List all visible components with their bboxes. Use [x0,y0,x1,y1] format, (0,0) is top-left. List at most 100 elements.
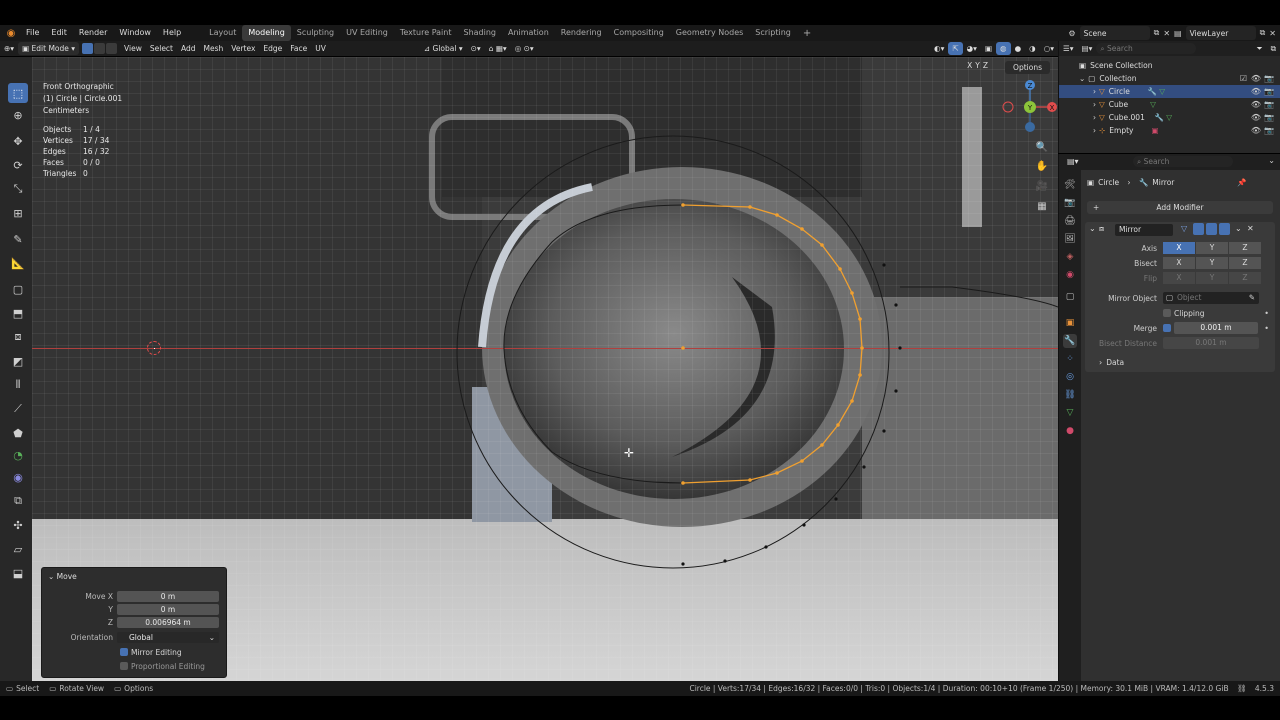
operator-title[interactable]: ⌄ Move [42,568,226,585]
keyframe-dot-icon[interactable]: • [1264,324,1269,333]
transform-icon[interactable]: ⊞ [8,203,28,223]
move-x-field[interactable]: 0 m [117,590,219,602]
editor-type-icon[interactable]: ⊕▾ [0,42,18,55]
menu-file[interactable]: File [20,25,45,41]
annotate-icon[interactable]: ✎ [8,229,28,249]
orientation-selector[interactable]: ⊿ Global ▾ [420,42,467,55]
vertex-select-icon[interactable] [82,43,94,54]
filter-icon[interactable]: ⏷ [1253,42,1267,55]
eye-icon[interactable]: 👁 [1251,100,1261,109]
camera-view-icon[interactable]: 🎥 [1034,178,1050,194]
display-mode-icon[interactable]: ▤▾ [1078,42,1097,55]
knife-icon[interactable]: ⟋ [8,399,28,419]
tab-shading[interactable]: Shading [457,25,502,41]
axis-y-toggle[interactable]: Y [1196,242,1228,254]
eye-icon[interactable]: 👁 [1251,87,1261,96]
snap-icon[interactable]: ⌂ ▦▾ [485,42,511,55]
3d-cursor-icon[interactable] [147,341,161,355]
shading-material-icon[interactable]: ◑ [1025,42,1040,55]
navigation-gizmo[interactable]: Y X Z [1000,77,1058,137]
menu-vertex[interactable]: Vertex [227,42,259,55]
menu-select[interactable]: Select [146,42,177,55]
menu-add[interactable]: Add [177,42,200,55]
add-cube-icon[interactable]: ▢ [8,279,28,299]
camera-icon[interactable]: 📷 [1264,74,1274,83]
collection-row[interactable]: ⌄ ▢ Collection ☑ 👁 📷 [1059,72,1280,85]
data-subpanel[interactable]: › Data [1085,356,1275,368]
scale-icon[interactable]: ⤡ [8,179,28,199]
eye-icon[interactable]: 👁 [1251,113,1261,122]
flip-z-toggle[interactable]: Z [1229,272,1261,284]
view-layer-add-icon[interactable]: ⧉ [1260,28,1266,38]
outliner-item-cube-001[interactable]: › ▽ Cube.001 🔧 ▽ 👁 📷 [1059,111,1280,124]
rip-icon[interactable]: ⬓ [8,563,28,583]
tab-compositing[interactable]: Compositing [608,25,670,41]
scene-add-icon[interactable]: ⧉ [1154,28,1160,38]
constraints-tab-icon[interactable]: ⛓ [1063,388,1077,402]
tab-layout[interactable]: Layout [203,25,242,41]
modifier-menu-icon[interactable]: ⌄ [1235,224,1242,233]
physics-tab-icon[interactable]: ◎ [1063,370,1077,384]
merge-distance-field[interactable]: 0.001 m [1174,322,1258,334]
view-layer-selector[interactable]: ViewLayer [1185,26,1256,40]
select-box-icon[interactable]: ⬚ [8,83,28,103]
shading-rendered-icon[interactable]: ○▾ [1040,42,1058,55]
camera-icon[interactable]: 📷 [1264,100,1274,109]
particles-tab-icon[interactable]: ⁘ [1063,352,1077,366]
menu-face[interactable]: Face [286,42,311,55]
face-select-icon[interactable] [106,43,118,54]
gizmo-toggle-icon[interactable]: ⇱ [948,42,963,55]
spin-icon[interactable]: ◔ [8,445,28,465]
scene-selector[interactable]: Scene [1079,26,1150,40]
scene-collection-row[interactable]: ▣ Scene Collection [1059,59,1280,72]
checkbox-icon[interactable]: ☑ [1240,74,1247,83]
world-tab-icon[interactable]: ◉ [1063,268,1077,282]
menu-uv[interactable]: UV [311,42,330,55]
add-modifier-button[interactable]: + Add Modifier [1087,201,1273,214]
expand-icon[interactable]: › [1093,87,1096,96]
menu-edit[interactable]: Edit [45,25,73,41]
shading-solid-icon[interactable]: ● [1011,42,1026,55]
pan-hand-icon[interactable]: ✋ [1034,158,1050,174]
properties-options-icon[interactable]: ⌄ [1268,156,1275,165]
menu-render[interactable]: Render [73,25,113,41]
extrude-icon[interactable]: ⬒ [8,303,28,323]
pivot-icon[interactable]: ⊙▾ [467,42,485,55]
tab-modeling[interactable]: Modeling [242,25,291,41]
material-tab-icon[interactable]: ● [1063,424,1077,438]
mirror-editing-checkbox[interactable] [120,648,128,656]
modifier-name-field[interactable]: Mirror [1115,224,1173,236]
camera-icon[interactable]: 📷 [1264,126,1274,135]
add-workspace-button[interactable]: + [797,28,817,39]
scene-tab-icon[interactable]: ◈ [1063,250,1077,264]
edge-slide-icon[interactable]: ⧉ [8,491,28,511]
measure-icon[interactable]: 📐 [8,253,28,273]
eye-icon[interactable]: 👁 [1251,74,1261,83]
expand-icon[interactable]: › [1093,126,1096,135]
eyedropper-icon[interactable]: ✎ [1249,292,1255,304]
eye-icon[interactable]: 👁 [1251,126,1261,135]
outliner-editor-icon[interactable]: ☰▾ [1059,42,1078,55]
render-icon[interactable] [1219,223,1230,235]
expand-icon[interactable]: › [1093,100,1096,109]
loop-cut-icon[interactable]: ⫴ [8,375,28,395]
realtime-icon[interactable] [1206,223,1217,235]
outliner-item-circle[interactable]: › ▽ Circle 🔧 ▽ 👁 📷 [1059,85,1280,98]
bisect-y-toggle[interactable]: Y [1196,257,1228,269]
xray-icon[interactable]: ▣ [981,42,996,55]
menu-view[interactable]: View [120,42,146,55]
options-button[interactable]: Options [1005,61,1050,74]
tab-texture-paint[interactable]: Texture Paint [394,25,458,41]
visibility-icon[interactable]: ◐▾ [930,42,948,55]
menu-mesh[interactable]: Mesh [200,42,228,55]
collapse-icon[interactable]: ⌄ [1089,224,1096,233]
tab-sculpting[interactable]: Sculpting [291,25,340,41]
mirror-z-toggle[interactable]: Z [983,61,988,70]
merge-checkbox[interactable] [1163,324,1171,332]
expand-icon[interactable]: ⌄ [1079,74,1085,83]
camera-icon[interactable]: 📷 [1264,87,1274,96]
poly-build-icon[interactable]: ⬟ [8,423,28,443]
ortho-grid-icon[interactable]: ▦ [1034,198,1050,214]
shading-wireframe-icon[interactable]: ◍ [996,42,1011,55]
menu-window[interactable]: Window [113,25,157,41]
